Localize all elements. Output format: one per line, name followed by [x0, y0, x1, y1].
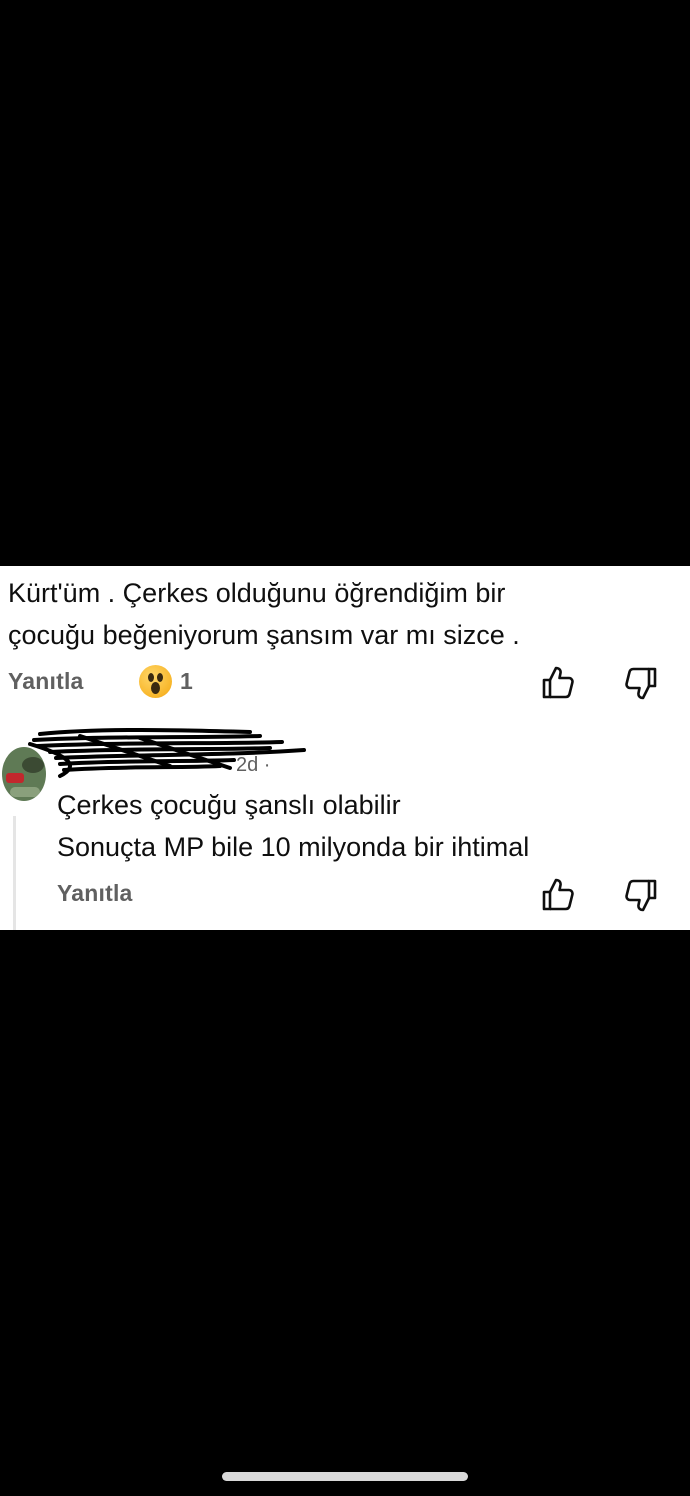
reply-line-1: Çerkes çocuğu şanslı olabilir — [57, 790, 401, 820]
comment-line-1: Kürt'üm . Çerkes olduğunu öğrendiğim bir — [8, 578, 506, 608]
astonished-face-icon[interactable] — [139, 665, 172, 698]
comment-line-2: çocuğu beğeniyorum şansım var mı sizce . — [8, 620, 520, 650]
thumbs-down-icon — [625, 879, 657, 912]
comment-action-row: Yanıtla 1 — [0, 663, 690, 703]
comments-panel: Kürt'üm . Çerkes olduğunu öğrendiğim bir… — [0, 566, 690, 930]
comment-body: Kürt'üm . Çerkes olduğunu öğrendiğim bir… — [8, 572, 678, 656]
bottom-black-area — [0, 930, 690, 1496]
reply-body: Çerkes çocuğu şanslı olabilir Sonuçta MP… — [57, 784, 677, 868]
home-indicator[interactable] — [222, 1472, 468, 1481]
reaction-count: 1 — [180, 668, 193, 694]
reply-action-row: Yanıtla — [0, 873, 690, 913]
redacted-username-scribble — [28, 728, 306, 778]
reply-line-2: Sonuçta MP bile 10 milyonda bir ihtimal — [57, 832, 530, 862]
like-button[interactable] — [538, 663, 578, 703]
reply-button[interactable]: Yanıtla — [8, 668, 84, 695]
thumbs-up-icon — [542, 878, 574, 911]
reply-reply-button[interactable]: Yanıtla — [57, 880, 133, 907]
dislike-button[interactable] — [621, 663, 661, 703]
reply-dislike-button[interactable] — [621, 875, 661, 915]
top-black-area — [0, 0, 690, 566]
thumbs-down-icon — [625, 667, 657, 700]
thumbs-up-icon — [542, 666, 574, 699]
reply-like-button[interactable] — [538, 875, 578, 915]
